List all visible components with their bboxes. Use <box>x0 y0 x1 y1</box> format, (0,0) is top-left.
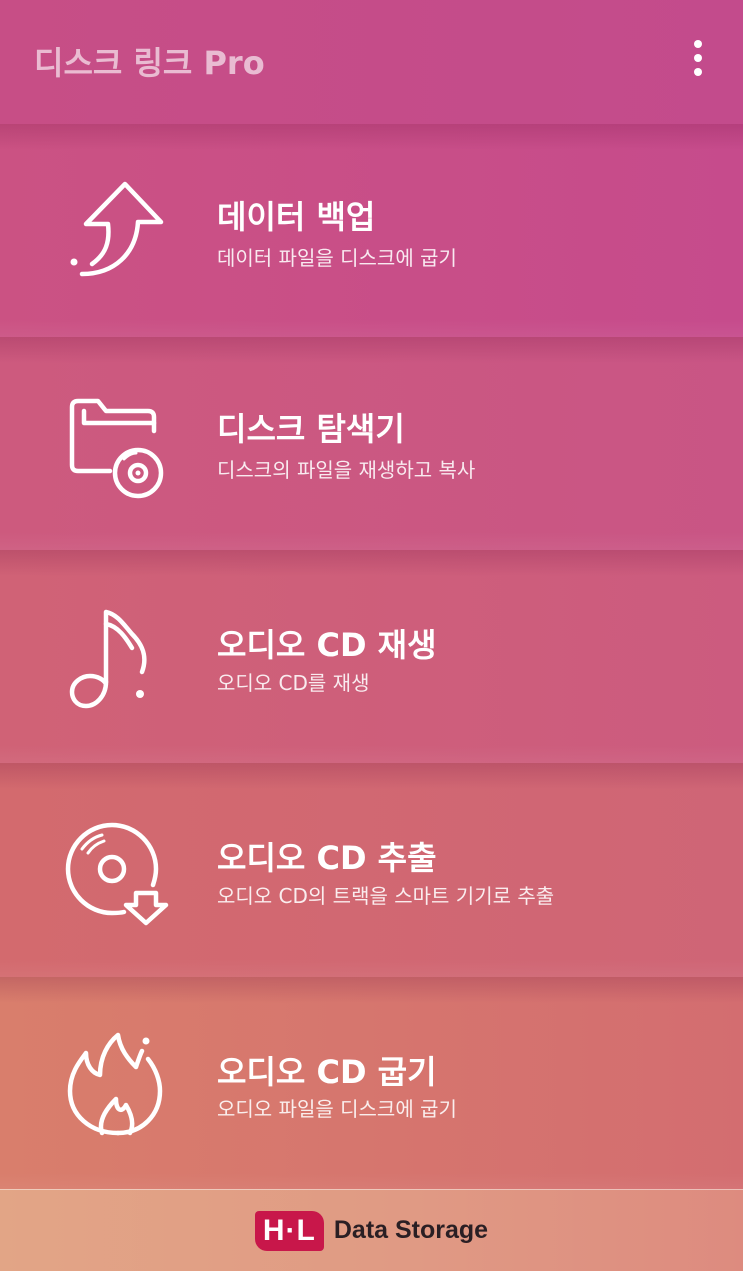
menu-item-title: 데이터 백업 <box>217 198 376 236</box>
menu-item-audio-cd-rip[interactable]: 오디오 CD 추출 오디오 CD의 트랙을 스마트 기기로 추출 <box>0 763 743 977</box>
menu-item-subtitle: 오디오 파일을 디스크에 굽기 <box>217 1097 457 1121</box>
folder-disc-icon <box>62 393 172 503</box>
menu-item-title: 오디오 CD 재생 <box>217 626 437 664</box>
music-note-icon <box>62 602 172 712</box>
brand-mark: H·L <box>254 1210 324 1251</box>
menu-item-audio-cd-burn[interactable]: 오디오 CD 굽기 오디오 파일을 디스크에 굽기 <box>0 977 743 1191</box>
flame-icon <box>62 1029 172 1139</box>
menu-item-disc-explorer[interactable]: 디스크 탐색기 디스크의 파일을 재생하고 복사 <box>0 337 743 550</box>
menu-item-title: 오디오 CD 굽기 <box>217 1053 437 1091</box>
menu-item-data-backup[interactable]: 데이터 백업 데이터 파일을 디스크에 굽기 <box>0 124 743 337</box>
app-title: 디스크 링크 Pro <box>34 44 265 82</box>
menu-item-subtitle: 오디오 CD를 재생 <box>217 671 370 695</box>
menu-item-title: 오디오 CD 추출 <box>217 839 437 877</box>
menu-item-title: 디스크 탐색기 <box>217 410 405 448</box>
brand-text: Data Storage <box>333 1216 489 1244</box>
menu-list: 데이터 백업 데이터 파일을 디스크에 굽기 디스크 탐색기 디스크의 파일을 … <box>0 124 743 1191</box>
menu-item-subtitle: 데이터 파일을 디스크에 굽기 <box>217 246 457 270</box>
more-vert-icon <box>694 40 702 48</box>
menu-item-subtitle: 오디오 CD의 트랙을 스마트 기기로 추출 <box>217 884 555 908</box>
more-vert-icon-dot <box>694 68 702 76</box>
menu-item-audio-cd-play[interactable]: 오디오 CD 재생 오디오 CD를 재생 <box>0 550 743 763</box>
more-vert-icon-dot <box>694 54 702 62</box>
more-options-button[interactable] <box>676 36 720 80</box>
app-bar: 디스크 링크 Pro <box>0 0 743 124</box>
brand-logo: H·L Data Storage <box>254 1210 489 1251</box>
disc-download-icon <box>62 819 172 929</box>
upload-arrow-icon <box>62 176 172 286</box>
footer: H·L Data Storage <box>0 1189 743 1271</box>
menu-item-subtitle: 디스크의 파일을 재생하고 복사 <box>217 458 476 482</box>
